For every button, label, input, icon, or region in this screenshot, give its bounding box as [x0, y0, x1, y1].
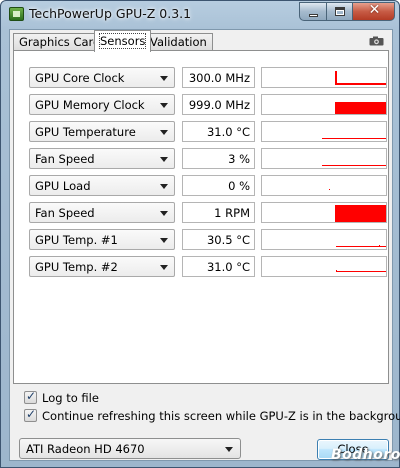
watermark-text: Bodhoro	[331, 447, 400, 463]
sensor-select[interactable]: GPU Core Clock	[29, 67, 175, 88]
maximize-icon	[335, 7, 345, 16]
sensor-select[interactable]: GPU Temperature	[29, 121, 175, 142]
tab-graphics-card[interactable]: Graphics Card	[13, 33, 107, 51]
window-close-button[interactable]: ✕	[352, 2, 395, 21]
sensor-value: 999.0 MHz	[182, 94, 255, 115]
sensor-select[interactable]: GPU Temp. #2	[29, 256, 175, 277]
sensor-select[interactable]: Fan Speed	[29, 202, 175, 223]
dropdown-arrow-icon	[225, 447, 233, 452]
sensor-value: 1 RPM	[182, 202, 255, 223]
continue-refresh-checkbox[interactable]: ✓	[24, 407, 37, 422]
dropdown-arrow-icon	[160, 76, 168, 81]
gpu-z-app-icon[interactable]	[9, 7, 24, 21]
dropdown-arrow-icon	[160, 238, 168, 243]
graph-line	[336, 246, 386, 247]
checkmark-icon: ✓	[26, 407, 37, 421]
graph-spike	[335, 71, 337, 85]
dropdown-arrow-icon	[160, 157, 168, 162]
sensor-name: GPU Memory Clock	[35, 98, 145, 112]
sensor-name: Fan Speed	[35, 206, 95, 220]
sensor-name: GPU Core Clock	[35, 71, 125, 85]
sensor-value: 31.0 °C	[182, 121, 255, 142]
graph-bar	[335, 102, 386, 114]
graphics-card-select[interactable]: ATI Radeon HD 4670	[19, 438, 241, 459]
sensor-row: GPU Temp. #2 31.0 °C	[29, 256, 387, 278]
checkmark-icon: ✓	[26, 389, 37, 403]
sensor-row: Fan Speed 1 RPM	[29, 202, 387, 224]
minimize-icon	[309, 14, 318, 17]
sensor-value: 300.0 MHz	[182, 67, 255, 88]
maximize-button[interactable]	[326, 2, 352, 21]
tab-label: Graphics Card	[19, 35, 101, 49]
tab-label: Validation	[150, 35, 207, 49]
graph-line	[336, 271, 386, 272]
graph-dot	[329, 189, 330, 190]
title-bar[interactable]: TechPowerUp GPU-Z 0.3.1 ✕	[1, 1, 399, 29]
sensor-name: GPU Load	[35, 179, 91, 193]
sensor-value: 30.5 °C	[182, 229, 255, 250]
sensor-graph	[261, 229, 387, 250]
sensor-graph	[261, 94, 387, 115]
graph-bar	[335, 205, 386, 222]
sensor-graph	[261, 67, 387, 88]
dropdown-arrow-icon	[160, 130, 168, 135]
dropdown-arrow-icon	[160, 103, 168, 108]
dropdown-arrow-icon	[160, 265, 168, 270]
tab-validation[interactable]: Validation	[144, 33, 213, 51]
sensor-graph	[261, 256, 387, 277]
continue-refresh-label: Continue refreshing this screen while GP…	[42, 409, 400, 423]
sensor-select[interactable]: GPU Temp. #1	[29, 229, 175, 250]
client-area: Graphics Card Sensors Validation GPU Cor…	[9, 29, 400, 461]
sensor-select[interactable]: GPU Load	[29, 175, 175, 196]
tab-label: Sensors	[98, 33, 147, 49]
minimize-button[interactable]	[299, 2, 326, 21]
graph-blip	[379, 245, 380, 246]
sensor-name: GPU Temperature	[35, 125, 136, 139]
sensor-value: 3 %	[182, 148, 255, 169]
sensor-row: GPU Memory Clock 999.0 MHz	[29, 94, 387, 116]
window-title: TechPowerUp GPU-Z 0.3.1	[29, 6, 192, 21]
sensor-row: GPU Load 0 %	[29, 175, 387, 197]
sensor-name: Fan Speed	[35, 152, 95, 166]
sensor-name: GPU Temp. #1	[35, 233, 118, 247]
sensor-row: Fan Speed 3 %	[29, 148, 387, 170]
app-window: TechPowerUp GPU-Z 0.3.1 ✕ Graphics Card …	[0, 0, 400, 468]
graph-blip	[336, 270, 337, 271]
dropdown-arrow-icon	[160, 211, 168, 216]
graphics-card-name: ATI Radeon HD 4670	[26, 442, 145, 456]
log-to-file-checkbox[interactable]: ✓	[24, 389, 37, 404]
graph-line	[322, 165, 386, 166]
sensor-row: GPU Temp. #1 30.5 °C	[29, 229, 387, 251]
sensor-graph	[261, 148, 387, 169]
log-to-file-label: Log to file	[42, 391, 99, 405]
dropdown-arrow-icon	[160, 184, 168, 189]
graph-line	[322, 138, 386, 139]
sensors-panel: GPU Core Clock 300.0 MHz GPU Memory Cloc…	[13, 50, 389, 384]
sensor-select[interactable]: GPU Memory Clock	[29, 94, 175, 115]
sensor-row: GPU Core Clock 300.0 MHz	[29, 67, 387, 89]
sensor-row: GPU Temperature 31.0 °C	[29, 121, 387, 143]
camera-icon[interactable]	[369, 36, 384, 46]
sensor-graph	[261, 121, 387, 142]
tab-sensors[interactable]: Sensors	[94, 30, 152, 52]
close-icon: ✕	[368, 2, 381, 18]
sensor-graph	[261, 175, 387, 196]
graph-line	[335, 83, 386, 85]
sensor-select[interactable]: Fan Speed	[29, 148, 175, 169]
sensor-name: GPU Temp. #2	[35, 260, 118, 274]
sensor-graph	[261, 202, 387, 223]
sensor-value: 31.0 °C	[182, 256, 255, 277]
sensor-value: 0 %	[182, 175, 255, 196]
